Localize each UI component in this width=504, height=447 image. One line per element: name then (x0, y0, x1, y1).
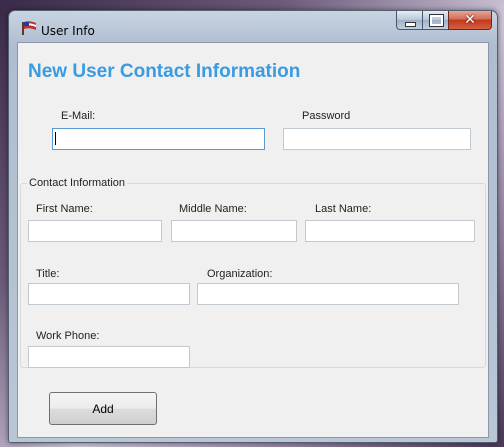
close-icon: ✕ (464, 12, 476, 28)
email-label: E-Mail: (61, 110, 96, 122)
form-area: New User Contact Information E-Mail: Pas… (17, 42, 489, 438)
last-name-label: Last Name: (315, 203, 372, 215)
first-name-label: First Name: (36, 203, 93, 215)
last-name-field[interactable] (305, 220, 475, 242)
first-name-field[interactable] (28, 220, 162, 242)
user-info-window: User Info ✕ New User Contact Information… (8, 10, 498, 443)
minimize-icon (405, 22, 416, 27)
title-field[interactable] (28, 283, 190, 305)
group-title: Contact Information (27, 177, 127, 189)
email-field[interactable] (52, 128, 265, 150)
password-label: Password (302, 110, 351, 122)
work-phone-label: Work Phone: (36, 330, 100, 342)
flag-icon (22, 21, 36, 35)
close-button[interactable]: ✕ (448, 11, 492, 30)
email-field-wrap (52, 128, 265, 150)
organization-field[interactable] (197, 283, 459, 305)
contact-information-group: Contact Information First Name: Middle N… (20, 177, 486, 368)
add-button[interactable]: Add (49, 392, 157, 425)
middle-name-label: Middle Name: (179, 203, 247, 215)
window-title: User Info (41, 24, 95, 38)
page-title: New User Contact Information (28, 61, 301, 82)
work-phone-field[interactable] (28, 346, 190, 368)
text-caret (55, 132, 56, 145)
password-field[interactable] (283, 128, 471, 150)
maximize-button[interactable] (422, 11, 448, 30)
maximize-icon (429, 14, 444, 27)
title-label: Title: (36, 268, 60, 280)
middle-name-field[interactable] (171, 220, 297, 242)
title-bar[interactable]: User Info ✕ (9, 11, 497, 43)
caption-buttons: ✕ (396, 11, 492, 31)
organization-label: Organization: (207, 268, 273, 280)
minimize-button[interactable] (396, 11, 422, 30)
